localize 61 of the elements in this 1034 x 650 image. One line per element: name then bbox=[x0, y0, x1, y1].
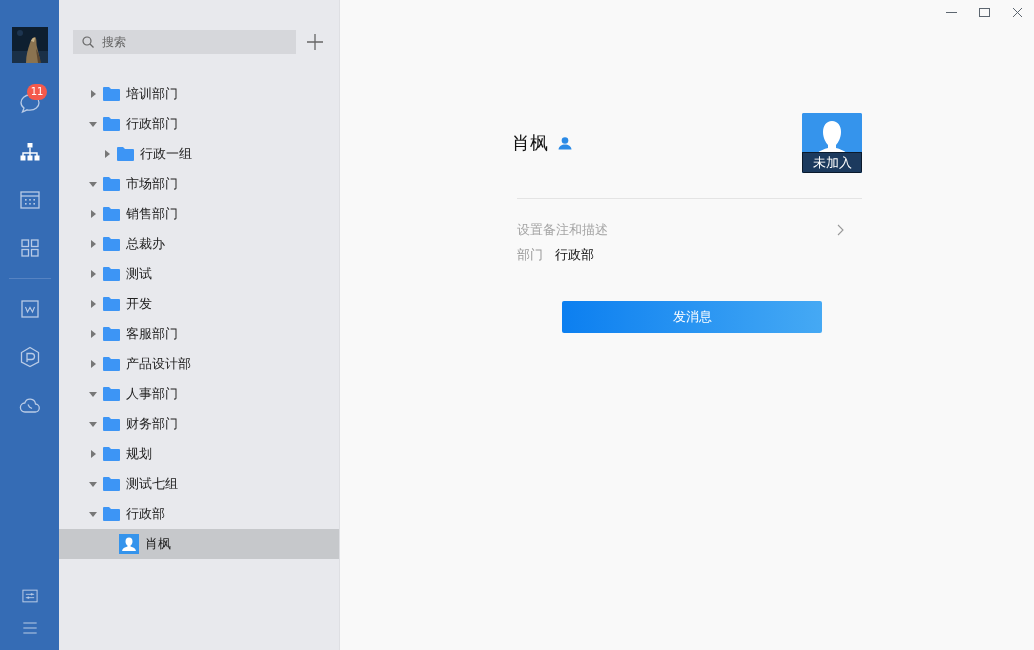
collapsed-arrow-icon[interactable] bbox=[89, 240, 97, 248]
collapsed-arrow-icon[interactable] bbox=[89, 90, 97, 98]
folder-icon bbox=[103, 207, 120, 221]
folder-icon bbox=[103, 117, 120, 131]
folder-icon bbox=[117, 147, 134, 161]
expanded-arrow-icon[interactable] bbox=[89, 120, 97, 128]
tree-item[interactable]: 客服部门 bbox=[59, 319, 339, 349]
expanded-arrow-icon[interactable] bbox=[89, 510, 97, 518]
tree-item[interactable]: 测试 bbox=[59, 259, 339, 289]
calendar-icon[interactable] bbox=[17, 188, 42, 212]
tree-item[interactable]: 人事部门 bbox=[59, 379, 339, 409]
folder-icon bbox=[103, 447, 120, 461]
tree-item[interactable]: 行政部门 bbox=[59, 109, 339, 139]
collapsed-arrow-icon[interactable] bbox=[89, 330, 97, 338]
folder-icon bbox=[103, 177, 120, 191]
search-field[interactable]: 搜索 bbox=[73, 30, 296, 54]
unread-badge: 11 bbox=[27, 84, 47, 100]
close-icon[interactable] bbox=[1012, 6, 1023, 18]
person-icon bbox=[119, 534, 139, 554]
folder-icon bbox=[103, 357, 120, 371]
expanded-arrow-icon[interactable] bbox=[89, 390, 97, 398]
folder-icon bbox=[103, 507, 120, 521]
collapsed-arrow-icon[interactable] bbox=[89, 210, 97, 218]
field-value: 行政部 bbox=[555, 246, 594, 264]
folder-icon bbox=[103, 327, 120, 341]
tree-item[interactable]: 产品设计部 bbox=[59, 349, 339, 379]
tree-item[interactable]: 行政部 bbox=[59, 499, 339, 529]
folder-icon bbox=[103, 477, 120, 491]
folder-icon bbox=[103, 387, 120, 401]
collapsed-arrow-icon[interactable] bbox=[89, 300, 97, 308]
collapsed-arrow-icon[interactable] bbox=[89, 450, 97, 458]
chevron-icon bbox=[837, 224, 844, 236]
tree-item[interactable]: 肖枫 bbox=[59, 529, 339, 559]
add-button[interactable] bbox=[304, 31, 326, 53]
folder-icon bbox=[103, 237, 120, 251]
tree-item[interactable]: 规划 bbox=[59, 439, 339, 469]
expanded-arrow-icon[interactable] bbox=[89, 420, 97, 428]
tree-item[interactable]: 市场部门 bbox=[59, 169, 339, 199]
tree-item[interactable]: 总裁办 bbox=[59, 229, 339, 259]
tree-item[interactable]: 培训部门 bbox=[59, 79, 339, 109]
expanded-arrow-icon[interactable] bbox=[89, 180, 97, 188]
search-input[interactable]: 搜索 bbox=[102, 35, 272, 49]
maximize-icon[interactable] bbox=[979, 6, 990, 18]
field-label: 部门 bbox=[517, 246, 543, 264]
tree-item[interactable]: 行政一组 bbox=[59, 139, 339, 169]
not-joined-label: 未加入 bbox=[802, 152, 862, 173]
folder-icon bbox=[103, 417, 120, 431]
collapsed-arrow-icon[interactable] bbox=[89, 270, 97, 278]
collapsed-arrow-icon[interactable] bbox=[89, 360, 97, 368]
expanded-arrow-icon[interactable] bbox=[89, 480, 97, 488]
contact-name: 肖枫 bbox=[512, 131, 548, 155]
folder-icon bbox=[103, 297, 120, 311]
tree-item[interactable]: 测试七组 bbox=[59, 469, 339, 499]
search-icon bbox=[82, 36, 94, 48]
person-icon bbox=[558, 136, 572, 150]
folder-icon bbox=[103, 87, 120, 101]
tree-item[interactable]: 开发 bbox=[59, 289, 339, 319]
tree-item[interactable]: 财务部门 bbox=[59, 409, 339, 439]
tree-item[interactable]: 销售部门 bbox=[59, 199, 339, 229]
collapsed-arrow-icon[interactable] bbox=[103, 150, 111, 158]
folder-icon bbox=[103, 267, 120, 281]
